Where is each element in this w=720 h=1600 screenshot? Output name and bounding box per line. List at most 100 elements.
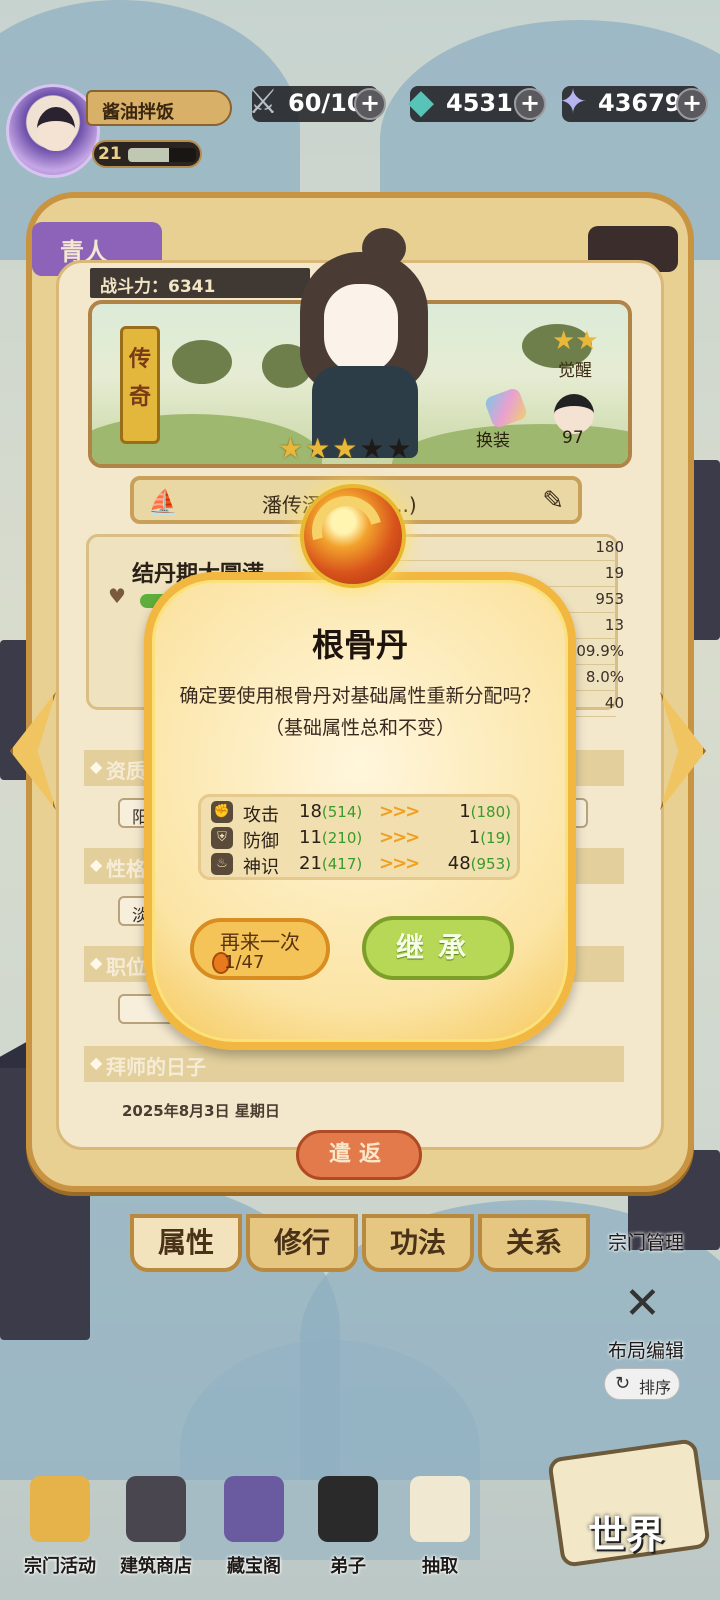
- tab-attributes[interactable]: 属性: [130, 1214, 242, 1272]
- spirit-after: 48: [447, 853, 471, 874]
- attack-before-total: (514): [321, 803, 363, 821]
- rarity-text: 传 奇: [128, 347, 151, 410]
- layout-edit-icon[interactable]: ✕: [616, 1278, 678, 1338]
- shield-icon: ⛨: [211, 827, 233, 849]
- dialog-title: 根骨丹: [311, 626, 408, 664]
- nav-building-shop-label: 建筑商店: [120, 1556, 192, 1577]
- star-filled-icon: ★: [305, 432, 333, 465]
- combat-power: 战斗力：6341: [90, 268, 310, 298]
- arrow-icon: >>>: [379, 827, 420, 848]
- star-empty-icon: ★: [359, 432, 387, 465]
- section-apprentice-date: ◆ 拜师的日子: [84, 1046, 624, 1082]
- attribute-reallocation-table: ✊ 攻击 18(514) >>> 1(180) ⛨ 防御 11(210) >>>…: [198, 794, 520, 880]
- attack-after-total: (180): [470, 803, 511, 821]
- stat-divider: [390, 560, 616, 561]
- defense-after: 1: [468, 827, 481, 848]
- player-level: 21: [98, 144, 122, 164]
- exp-fill: [128, 148, 169, 162]
- defense-label: 防御: [243, 831, 279, 852]
- spirit-label: 神识: [243, 857, 279, 878]
- disciple-count: 97: [562, 428, 584, 448]
- flame-icon: ♨: [211, 853, 233, 875]
- layout-edit-button[interactable]: 布局编辑: [596, 1336, 696, 1363]
- section-position-label: 职位: [106, 955, 146, 979]
- nav-disciples[interactable]: 弟子: [300, 1468, 396, 1588]
- pagoda-icon: [30, 1476, 90, 1542]
- star-filled-icon: ★: [278, 432, 306, 465]
- add-jade-button[interactable]: +: [514, 88, 546, 120]
- add-stamina-button[interactable]: +: [354, 88, 386, 120]
- attack-label: 攻击: [243, 805, 279, 826]
- jade-icon: ◆: [407, 82, 435, 122]
- stat-value: 180: [595, 538, 624, 556]
- attribute-row-spirit: ♨ 神识 21(417) >>> 48(953): [211, 853, 511, 881]
- outfit-label: 换装: [476, 431, 510, 451]
- boat-icon: ⛵: [148, 488, 178, 516]
- retry-button[interactable]: 再来一次 1/47: [190, 918, 330, 980]
- crystal-resource: ✦ 43679 +: [559, 82, 708, 122]
- arrow-icon: >>>: [379, 801, 420, 822]
- awaken-star-icon: ★★: [552, 326, 599, 356]
- awaken-button[interactable]: ★★ 觉醒: [552, 326, 612, 384]
- dialog-description: 确定要使用根骨丹对基础属性重新分配吗？（基础属性总和不变）: [179, 685, 541, 739]
- heart-icon: ♥: [108, 584, 126, 608]
- defense-before-total: (210): [321, 829, 363, 847]
- hero-stars: ★★★★★: [278, 432, 414, 465]
- dismiss-button[interactable]: 遣返: [296, 1130, 422, 1180]
- inherit-button[interactable]: 继承: [362, 916, 514, 980]
- arrow-icon: >>>: [379, 853, 420, 874]
- awaken-label: 觉醒: [558, 361, 592, 381]
- attack-before: 18: [299, 801, 322, 822]
- sort-button[interactable]: ↻ 排序: [604, 1368, 680, 1400]
- tab-relations[interactable]: 关系: [478, 1214, 590, 1272]
- section-apprentice-date-label: 拜师的日子: [106, 1055, 206, 1079]
- star-empty-icon: ★: [386, 432, 414, 465]
- attack-after: 1: [459, 801, 471, 822]
- nav-treasure-pavilion-label: 藏宝阁: [227, 1556, 281, 1577]
- refresh-icon: ↻: [615, 1373, 631, 1394]
- brush-icon[interactable]: ✎: [542, 486, 564, 516]
- sword-icon: ⚔: [247, 82, 279, 122]
- jade-resource: ◆ 45316 +: [408, 82, 546, 122]
- attribute-row-attack: ✊ 攻击 18(514) >>> 1(180): [211, 801, 511, 829]
- treasure-pavilion-icon: [224, 1476, 284, 1542]
- spirit-before: 21: [299, 853, 322, 874]
- fist-icon: ✊: [211, 801, 233, 823]
- section-personality-label: 性格: [106, 857, 146, 881]
- outfit-button[interactable]: 换装: [472, 386, 542, 451]
- disciple-count-button[interactable]: 97: [548, 394, 612, 452]
- nav-sect-activity[interactable]: 宗门活动: [12, 1468, 108, 1588]
- nav-treasure-pavilion[interactable]: 藏宝阁: [206, 1468, 302, 1588]
- sort-label: 排序: [639, 1378, 672, 1397]
- star-filled-icon: ★: [332, 432, 360, 465]
- nav-disciples-label: 弟子: [330, 1556, 366, 1577]
- nav-draw-label: 抽取: [422, 1556, 458, 1577]
- crystal-value: 43679: [598, 89, 682, 117]
- rarity-badge: 传 奇: [120, 326, 160, 444]
- sect-manage-button[interactable]: 宗门管理: [596, 1228, 696, 1255]
- tab-techniques[interactable]: 功法: [362, 1214, 474, 1272]
- defense-after-total: (19): [480, 829, 511, 847]
- attribute-row-defense: ⛨ 防御 11(210) >>> 1(19): [211, 827, 511, 855]
- player-level-bar: 21: [92, 140, 202, 168]
- defense-before: 11: [299, 827, 322, 848]
- nav-building-shop[interactable]: 建筑商店: [108, 1468, 204, 1588]
- spirit-before-total: (417): [321, 855, 363, 873]
- player-name[interactable]: 酱油拌饭: [86, 90, 232, 126]
- disciple-icon: [318, 1476, 378, 1542]
- crystal-icon: ✦: [558, 82, 588, 122]
- retry-label: 再来一次: [220, 930, 300, 954]
- world-label: 世界: [588, 1513, 665, 1557]
- tab-cultivation[interactable]: 修行: [246, 1214, 358, 1272]
- building-icon: [126, 1476, 186, 1542]
- spirit-after-total: (953): [470, 855, 511, 873]
- apprentice-date: 2025年8月3日 星期日: [122, 1102, 280, 1120]
- world-button[interactable]: 世界: [544, 1428, 714, 1588]
- hero-character[interactable]: [290, 228, 438, 460]
- add-crystal-button[interactable]: +: [676, 88, 708, 120]
- retry-count: 1/47: [224, 952, 265, 973]
- nav-sect-activity-label: 宗门活动: [24, 1556, 96, 1577]
- section-aptitude-label: 资质: [106, 759, 146, 783]
- stamina-resource: ⚔ 60/100 +: [248, 82, 386, 122]
- nav-draw[interactable]: 抽取: [392, 1468, 488, 1588]
